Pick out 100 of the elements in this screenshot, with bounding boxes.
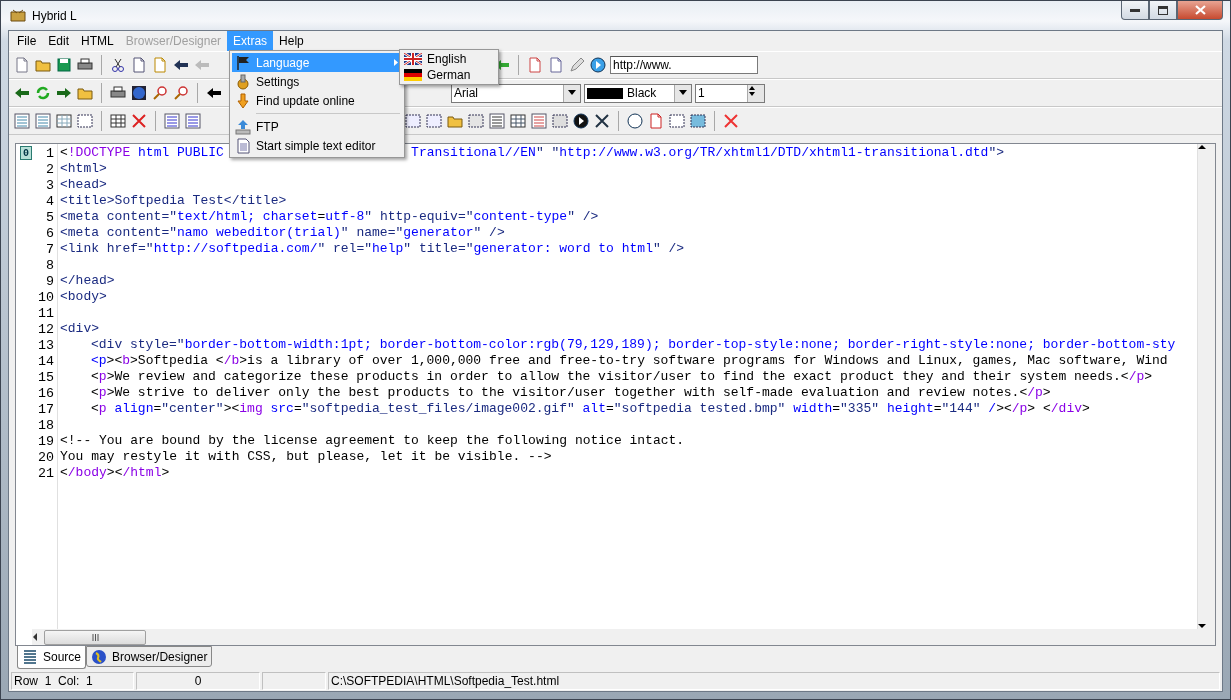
menu-option[interactable]: FTP: [232, 117, 402, 136]
line-number: 6: [45, 225, 55, 241]
cursor-position: Row 1 Col: 1: [11, 672, 134, 690]
flag-icon: [404, 69, 422, 81]
list-icon[interactable]: [530, 112, 548, 130]
submenu-option[interactable]: German: [401, 67, 497, 83]
upload-icon: [235, 118, 251, 135]
view-tab[interactable]: Source: [17, 646, 87, 669]
up-arrow-icon[interactable]: [748, 84, 756, 91]
submenu-arrow-icon: [394, 59, 398, 66]
line-number: 8: [45, 257, 55, 273]
status-pane: [262, 672, 326, 690]
dotted-square-icon[interactable]: [689, 112, 707, 130]
code-text: </head>: [60, 273, 115, 289]
gear-icon: [235, 73, 251, 90]
down-arrow-icon[interactable]: [748, 90, 756, 97]
bookmark-icon: 0: [20, 146, 32, 160]
menu-item[interactable]: Help: [273, 31, 310, 51]
line-number: 5: [45, 209, 55, 225]
code-text: <p align="center"><img src="softpedia_test_files/image002.gif" alt="softpedia tested.bmp" width="335" height="144" /></p> </div>: [91, 401, 1090, 417]
code-text: <div>: [60, 321, 99, 337]
left-arrow-icon[interactable]: [32, 633, 38, 641]
window-title: Hybrid L: [32, 8, 77, 23]
code-text: <!DOCTYPE html PUBLIC: [60, 145, 224, 161]
minimize-button[interactable]: [1121, 1, 1149, 20]
text-lines-icon: [22, 649, 38, 665]
line-number: 20: [37, 449, 55, 465]
dropdown-arrow-icon[interactable]: [568, 90, 576, 96]
line-number: 15: [37, 369, 55, 385]
close-icon: [1194, 5, 1206, 15]
panel-icon[interactable]: [13, 112, 31, 130]
code-text: </body></html>: [60, 465, 170, 481]
copy-pages-icon[interactable]: [130, 56, 148, 74]
document-icon: [235, 137, 251, 154]
line-number: 1: [45, 145, 55, 161]
url-field[interactable]: http://www.: [610, 56, 758, 74]
code-text: <p>We review and categorize these products in order to allow the visitor/user to find the exact product they and their system needs.</p>: [91, 369, 1153, 385]
down-arrow-icon[interactable]: [1198, 623, 1206, 629]
flag-icon: [235, 54, 251, 71]
radio-button-icon[interactable]: [572, 112, 590, 130]
line-number: 9: [45, 273, 55, 289]
dropdown-arrow-icon[interactable]: [679, 90, 687, 96]
new-document-icon[interactable]: [13, 56, 31, 74]
file-path: C:\SOFTPEDIA\HTML\Softpedia_Test.html: [328, 672, 1220, 690]
down-arrow-icon: [235, 92, 251, 109]
line-number: 7: [45, 241, 55, 257]
line-number: 4: [45, 193, 55, 209]
maximize-button[interactable]: [1149, 1, 1177, 20]
code-text: <title>Softpedia Test</title>: [60, 193, 287, 209]
menu-item[interactable]: Edit: [42, 31, 76, 51]
color-combobox[interactable]: Black: [584, 83, 692, 103]
menu-item[interactable]: File: [11, 31, 43, 51]
vertical-scrollbar[interactable]: [1197, 144, 1215, 629]
line-number: 14: [37, 353, 55, 369]
crossed-pencil-icon[interactable]: [722, 112, 740, 130]
clipboard-icon[interactable]: [151, 56, 169, 74]
panel-icon[interactable]: [34, 112, 52, 130]
line-number: 13: [37, 337, 55, 353]
up-arrow-icon[interactable]: [1198, 144, 1206, 150]
zoom-out-icon[interactable]: [172, 84, 190, 102]
code-text: You may restyle it with CSS, but please, let it be visible. -->: [60, 449, 552, 465]
document-icon[interactable]: [547, 56, 565, 74]
scroll-thumb[interactable]: [44, 629, 146, 645]
code-text: <p>We strive to deliver only the best products to the visitor/user together with self-made evaluation and review notes.</p>: [91, 385, 1051, 401]
code-editor[interactable]: [15, 143, 1216, 646]
line-number: 12: [37, 321, 55, 337]
line-number: 3: [45, 177, 55, 193]
globe-icon[interactable]: [130, 84, 148, 102]
scissors-icon[interactable]: [109, 56, 127, 74]
text-lines-icon[interactable]: [488, 112, 506, 130]
submenu-option[interactable]: English: [401, 51, 497, 67]
refresh-icon[interactable]: [34, 84, 52, 102]
menu-option[interactable]: Start simple text editor: [232, 136, 402, 155]
code-text: <meta content="text/html; charset=utf-8" http-equiv="content-type" />: [60, 209, 599, 225]
page-icon[interactable]: [526, 56, 544, 74]
code-text: Transitional//EN" "http://www.w3.org/TR/xhtml1/DTD/xhtml1-transitional.dtd">: [411, 145, 1004, 161]
line-number: 17: [37, 401, 55, 417]
line-number: 19: [37, 433, 55, 449]
crossed-table-icon[interactable]: [130, 112, 148, 130]
play-circle-icon[interactable]: [589, 56, 607, 74]
view-tab[interactable]: Browser/Designer: [86, 646, 213, 667]
close-button[interactable]: [1177, 1, 1223, 20]
code-text: <div style="border-bottom-width:1pt; border-bottom-color:rgb(79,129,189); border-top-style:none; border-right-style:none; border-bottom-sty: [91, 337, 1176, 353]
font-combobox[interactable]: Arial: [451, 83, 581, 103]
table-icon[interactable]: [109, 112, 127, 130]
maximize-icon: [1158, 5, 1168, 15]
menu-option[interactable]: Find update online: [232, 91, 402, 110]
horizontal-scrollbar[interactable]: [32, 629, 1215, 645]
minimize-icon: [1130, 8, 1140, 12]
menu-item[interactable]: HTML: [75, 31, 120, 51]
code-text: <link href="http://softpedia.com/" rel="help" title="generator: word to html" />: [60, 241, 685, 257]
code-text: <html>: [60, 161, 107, 177]
table-icon[interactable]: [55, 112, 73, 130]
globe-icon: [91, 648, 108, 665]
line-number: 16: [37, 385, 55, 401]
flag-icon: [404, 53, 422, 65]
code-text: <meta content="namo webeditor(trial)" name="generator" />: [60, 225, 505, 241]
zoom-in-icon[interactable]: [151, 84, 169, 102]
size-spinner[interactable]: 1: [695, 83, 765, 103]
menu-option[interactable]: Settings: [232, 72, 402, 91]
